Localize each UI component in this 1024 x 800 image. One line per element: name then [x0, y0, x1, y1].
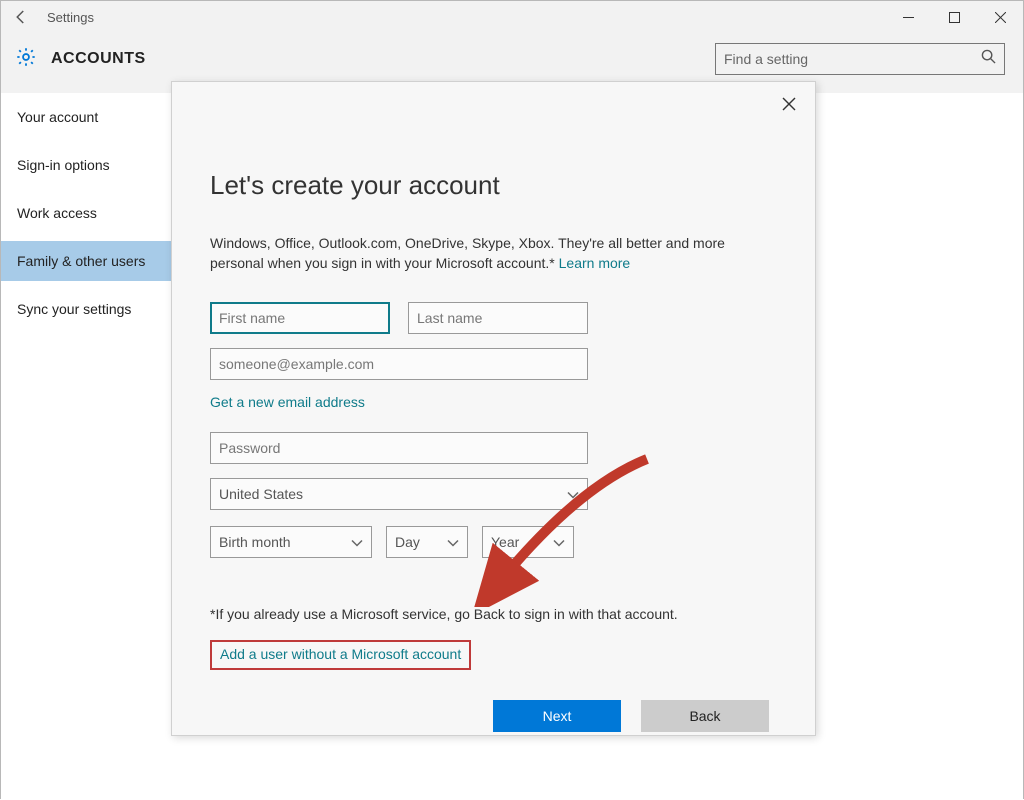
add-without-ms-highlight: Add a user without a Microsoft account: [210, 640, 471, 670]
back-button[interactable]: [1, 1, 41, 33]
birth-year-select[interactable]: Year: [482, 526, 574, 558]
search-box[interactable]: [715, 43, 1005, 75]
new-email-link[interactable]: Get a new email address: [210, 394, 365, 410]
birth-day-label: Day: [395, 534, 420, 550]
minimize-button[interactable]: [885, 1, 931, 33]
learn-more-link[interactable]: Learn more: [559, 255, 631, 271]
already-use-note: *If you already use a Microsoft service,…: [210, 606, 777, 622]
birth-year-label: Year: [491, 534, 519, 550]
dialog-paragraph: Windows, Office, Outlook.com, OneDrive, …: [210, 233, 760, 274]
birth-month-label: Birth month: [219, 534, 291, 550]
next-button[interactable]: Next: [493, 700, 621, 732]
password-field[interactable]: [210, 432, 588, 464]
search-input[interactable]: [724, 51, 975, 67]
email-field[interactable]: [210, 348, 588, 380]
create-account-dialog: Let's create your account Windows, Offic…: [171, 81, 816, 736]
birth-month-select[interactable]: Birth month: [210, 526, 372, 558]
dialog-title: Let's create your account: [210, 170, 777, 201]
chevron-down-icon: [351, 534, 363, 550]
chevron-down-icon: [447, 534, 459, 550]
close-icon[interactable]: [777, 92, 801, 116]
maximize-button[interactable]: [931, 1, 977, 33]
back-button[interactable]: Back: [641, 700, 769, 732]
dialog-para-text: Windows, Office, Outlook.com, OneDrive, …: [210, 235, 725, 271]
add-without-ms-link[interactable]: Add a user without a Microsoft account: [220, 646, 461, 662]
settings-window: Settings ACCOUNTS Your accou: [0, 0, 1024, 799]
chevron-down-icon: [553, 534, 565, 550]
window-title: Settings: [41, 10, 94, 25]
gear-icon: [15, 46, 37, 73]
page-title: ACCOUNTS: [51, 50, 146, 68]
titlebar: Settings: [1, 1, 1023, 33]
first-name-field[interactable]: [210, 302, 390, 334]
last-name-field[interactable]: [408, 302, 588, 334]
country-value: United States: [219, 486, 303, 502]
country-select[interactable]: United States: [210, 478, 588, 510]
birth-day-select[interactable]: Day: [386, 526, 468, 558]
chevron-down-icon: [567, 486, 579, 502]
search-icon: [981, 49, 996, 69]
close-button[interactable]: [977, 1, 1023, 33]
